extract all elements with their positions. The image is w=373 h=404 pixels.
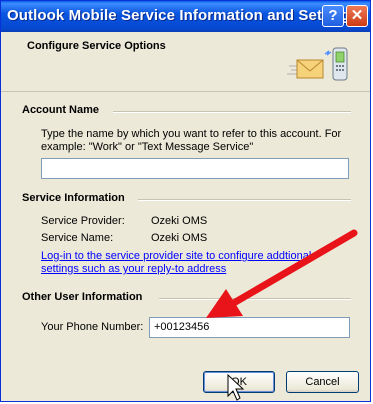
window-title: Outlook Mobile Service Information and S… — [7, 7, 359, 24]
phone-number-field[interactable]: +00123456 — [149, 317, 350, 338]
account-name-heading: Account Name — [22, 104, 100, 116]
service-provider-value: Ozeki OMS — [151, 215, 208, 227]
dialog-content: Account Name Type the name by which you … — [1, 92, 370, 401]
section-divider — [113, 111, 351, 113]
envelope-to-phone-icon — [287, 47, 348, 81]
header-title: Configure Service Options — [27, 40, 166, 52]
ok-button[interactable]: OK — [203, 371, 275, 393]
account-name-field[interactable] — [41, 158, 349, 179]
title-bar[interactable]: Outlook Mobile Service Information and S… — [1, 1, 370, 32]
section-divider — [138, 199, 351, 201]
service-name-label: Service Name: — [41, 232, 114, 244]
dialog-header: Configure Service Options — [1, 32, 370, 92]
cancel-button[interactable]: Cancel — [286, 371, 359, 393]
dialog-window: Outlook Mobile Service Information and S… — [0, 0, 371, 402]
account-name-description: Type the name by which you want to refer… — [41, 128, 342, 153]
service-name-value: Ozeki OMS — [151, 232, 208, 244]
service-provider-label: Service Provider: — [41, 215, 125, 227]
close-button[interactable]: ✕ — [346, 5, 368, 27]
service-information-heading: Service Information — [22, 192, 125, 204]
phone-number-label: Your Phone Number: — [41, 321, 144, 333]
provider-site-link[interactable]: Log-in to the service provider site to c… — [41, 250, 341, 276]
section-divider — [159, 298, 351, 300]
other-user-information-heading: Other User Information — [22, 291, 143, 303]
help-button[interactable]: ? — [322, 5, 344, 27]
